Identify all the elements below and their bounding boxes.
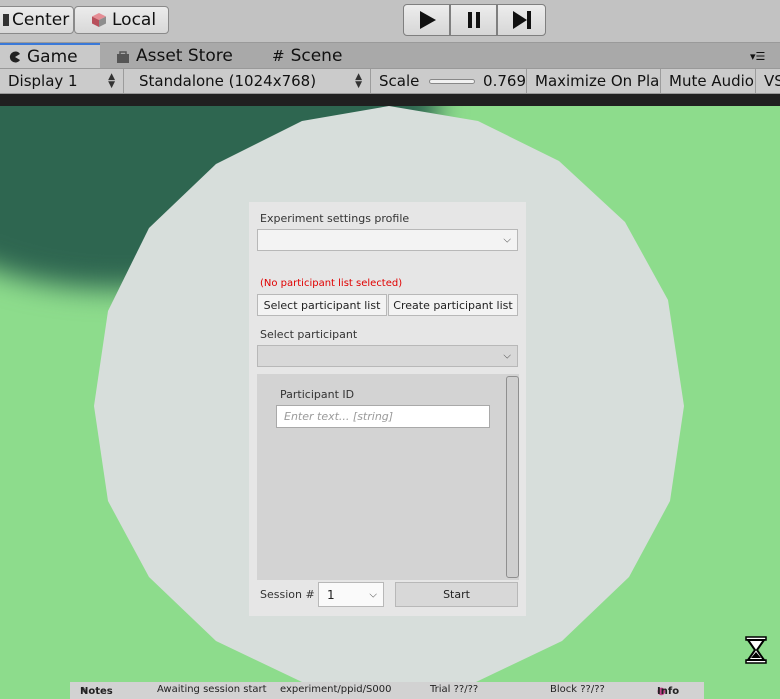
game-viewport: Experiment settings profile ⌵ (No partic… (0, 106, 780, 699)
step-button[interactable] (497, 4, 546, 36)
block-counter-text: Block ??/?? (550, 684, 605, 695)
trial-counter-text: Trial ??/?? (430, 684, 479, 695)
pause-icon (467, 12, 480, 28)
menu-icon: ▾☰ (750, 49, 766, 63)
experiment-startup-panel: Experiment settings profile ⌵ (No partic… (249, 202, 526, 616)
participant-id-label: Participant ID (280, 388, 355, 401)
stats-toggle[interactable]: VS (756, 69, 780, 93)
settings-profile-label: Experiment settings profile (260, 212, 410, 225)
tab-scene[interactable]: # Scene (272, 43, 342, 69)
play-button[interactable] (403, 4, 450, 36)
main-toolbar: Center Local (0, 0, 780, 42)
chevron-down-icon: ⌵ (369, 589, 377, 600)
step-icon (512, 11, 531, 29)
session-status-bar: ✎ Notes Awaiting session start experimen… (70, 682, 704, 699)
hourglass-icon (745, 636, 767, 664)
select-participant-label: Select participant (260, 328, 358, 341)
pivot-center-button[interactable]: Center (0, 6, 74, 34)
select-participant-list-button[interactable]: Select participant list (257, 294, 387, 316)
cube-icon (92, 13, 106, 27)
editor-tab-bar: Game Asset Store # Scene ▾☰ (0, 42, 780, 69)
participant-details-scrollview[interactable]: Participant ID Enter text... [string] (257, 374, 519, 580)
tab-asset-store[interactable]: Asset Store (116, 43, 233, 69)
create-participant-list-button[interactable]: Create participant list (388, 294, 518, 316)
pause-button[interactable] (450, 4, 497, 36)
game-view-top-border (0, 94, 780, 106)
pacman-icon (9, 51, 20, 63)
participant-dropdown[interactable]: ⌵ (257, 345, 518, 367)
pivot-icon (3, 14, 9, 26)
chevron-down-icon: ⌵ (503, 350, 511, 362)
updown-arrows-icon: ▲ ▼ (108, 72, 115, 90)
display-dropdown[interactable]: Display 1 ▲ ▼ (0, 69, 124, 93)
maximize-on-play-toggle[interactable]: Maximize On Play (527, 69, 661, 93)
session-state-text: Awaiting session start (157, 684, 267, 695)
start-button[interactable]: Start (395, 582, 518, 607)
scale-control[interactable]: Scale 0.769 (371, 69, 527, 93)
updown-arrows-icon: ▲ ▼ (355, 72, 362, 90)
tab-menu-button[interactable]: ▾☰ (750, 43, 765, 69)
scale-slider[interactable] (429, 78, 476, 84)
session-number-dropdown[interactable]: 1 ⌵ (318, 582, 384, 607)
scrollbar[interactable] (506, 376, 519, 578)
resolution-dropdown[interactable]: Standalone (1024x768) ▲ ▼ (131, 69, 371, 93)
experiment-path-text: experiment/ppid/S000 (280, 684, 392, 695)
pivot-local-button[interactable]: Local (74, 6, 169, 34)
settings-profile-dropdown[interactable]: ⌵ (257, 229, 518, 251)
mute-audio-toggle[interactable]: Mute Audio (661, 69, 756, 93)
game-view-toolbar: Display 1 ▲ ▼ Standalone (1024x768) ▲ ▼ Sc… (0, 68, 780, 94)
play-icon (419, 11, 436, 29)
grid-icon: # (272, 47, 285, 65)
no-participant-list-message: (No participant list selected) (260, 278, 403, 289)
session-number-label: Session # (260, 588, 315, 601)
tab-game[interactable]: Game (0, 43, 100, 69)
chevron-down-icon: ⌵ (503, 234, 511, 246)
unity-editor-window: Center Local Game Asset Store # Scene ▾☰… (0, 0, 780, 699)
bag-icon (117, 50, 129, 63)
participant-id-input[interactable]: Enter text... [string] (276, 405, 490, 428)
